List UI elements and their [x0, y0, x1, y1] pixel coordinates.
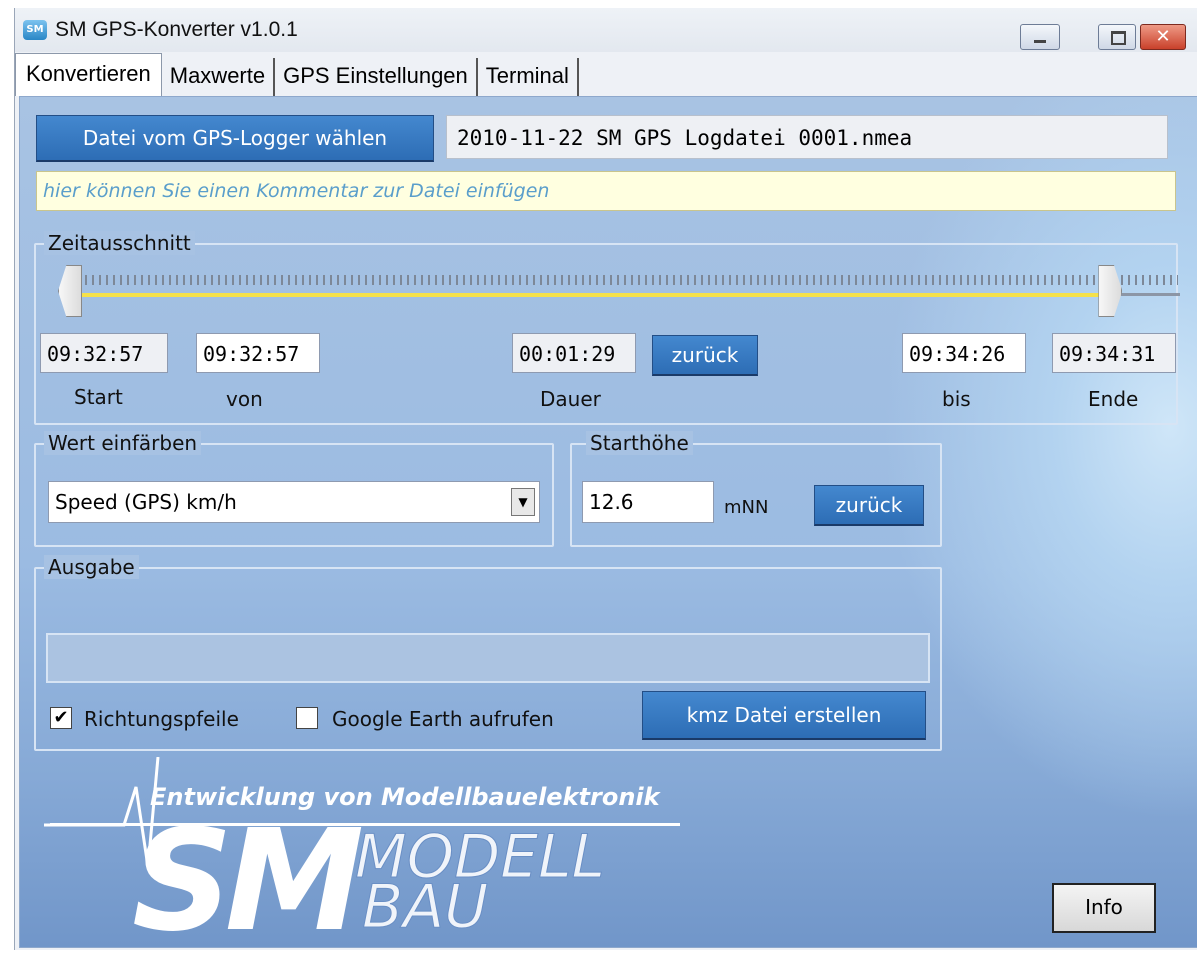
konvertieren-panel: Datei vom GPS-Logger wählen 2010-11-22 S…	[19, 96, 1197, 952]
logo-bau: BAU	[361, 872, 489, 942]
minimize-icon	[1034, 40, 1046, 43]
ausgabe-label: Ausgabe	[44, 555, 139, 579]
starthoehe-unit: mNN	[724, 497, 769, 518]
ende-label: Ende	[1088, 387, 1139, 411]
richtungspfeile-checkbox[interactable]: ✔	[50, 707, 72, 729]
tab-gps-einstellungen[interactable]: GPS Einstellungen	[275, 58, 478, 96]
starthoehe-reset-button[interactable]: zurück	[814, 485, 924, 526]
zeit-reset-button[interactable]: zurück	[652, 335, 758, 376]
app-window: SM SM GPS-Konverter v1.0.1 ✕ Konvertiere…	[14, 8, 1197, 952]
zeitausschnitt-label: Zeitausschnitt	[44, 231, 195, 255]
window-title: SM GPS-Konverter v1.0.1	[55, 18, 298, 41]
bis-time-field[interactable]: 09:34:26	[902, 333, 1026, 373]
starthoehe-label: Starthöhe	[586, 431, 693, 455]
info-button[interactable]: Info	[1052, 883, 1156, 933]
google-earth-checkbox[interactable]	[296, 707, 318, 729]
tab-maxwerte[interactable]: Maxwerte	[162, 58, 276, 96]
maximize-icon	[1111, 31, 1126, 45]
start-time-field[interactable]: 09:32:57	[40, 333, 168, 373]
bis-label: bis	[942, 387, 971, 411]
tab-bar: Konvertieren Maxwerte GPS Einstellungen …	[15, 53, 579, 96]
start-label: Start	[74, 385, 123, 409]
minimize-button[interactable]	[1020, 24, 1060, 50]
von-time-field[interactable]: 09:32:57	[196, 333, 320, 373]
time-slider-ticks	[78, 275, 1178, 285]
kmz-create-button[interactable]: kmz Datei erstellen	[642, 691, 926, 740]
dauer-label: Dauer	[540, 387, 601, 411]
color-value-selected: Speed (GPS) km/h	[55, 490, 237, 514]
color-value-select[interactable]: Speed (GPS) km/h ▼	[48, 481, 540, 523]
maximize-button[interactable]	[1098, 24, 1136, 50]
von-label: von	[226, 387, 263, 411]
tab-terminal[interactable]: Terminal	[478, 58, 579, 96]
ende-time-field[interactable]: 09:34:31	[1052, 333, 1176, 373]
filename-field[interactable]: 2010-11-22 SM GPS Logdatei 0001.nmea	[446, 115, 1168, 159]
time-slider-range	[70, 293, 1117, 297]
wert-einfaerben-label: Wert einfärben	[44, 431, 202, 455]
starthoehe-input[interactable]: 12.6	[582, 481, 714, 523]
app-logo-icon: SM	[23, 20, 47, 40]
close-button[interactable]: ✕	[1140, 24, 1186, 50]
close-icon: ✕	[1155, 26, 1171, 47]
logo-sm: SM	[132, 800, 364, 963]
tab-konvertieren[interactable]: Konvertieren	[15, 53, 162, 96]
output-field	[46, 633, 930, 683]
dauer-time-field[interactable]: 00:01:29	[512, 333, 636, 373]
title-bar: SM SM GPS-Konverter v1.0.1 ✕	[15, 8, 1197, 52]
comment-input[interactable]: hier können Sie einen Kommentar zur Date…	[36, 171, 1176, 211]
richtungspfeile-label: Richtungspfeile	[84, 707, 239, 731]
google-earth-label: Google Earth aufrufen	[332, 707, 554, 731]
choose-file-button[interactable]: Datei vom GPS-Logger wählen	[36, 115, 434, 162]
chevron-down-icon[interactable]: ▼	[511, 488, 535, 516]
